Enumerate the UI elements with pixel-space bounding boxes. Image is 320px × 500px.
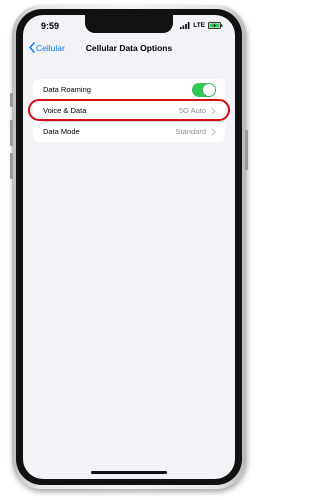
data-mode-value: Standard	[175, 127, 206, 136]
mute-switch	[10, 93, 13, 107]
volume-up-button	[10, 120, 13, 146]
voice-data-highlight-annotation	[28, 99, 230, 121]
toggle-knob	[203, 83, 215, 96]
data-roaming-toggle[interactable]	[192, 82, 216, 97]
power-button	[245, 130, 248, 170]
battery-charging-icon	[208, 22, 223, 29]
data-mode-row[interactable]: Data Mode Standard	[33, 121, 225, 142]
data-mode-label: Data Mode	[43, 127, 80, 136]
data-roaming-label: Data Roaming	[43, 85, 91, 94]
page-title: Cellular Data Options	[85, 43, 173, 53]
phone-screen: 9:59 LTE Cellular Cellular Data Options …	[23, 15, 235, 479]
network-type-label: LTE	[193, 22, 205, 29]
status-indicators: LTE	[180, 22, 223, 29]
volume-down-button	[10, 153, 13, 179]
chevron-right-icon	[211, 127, 216, 136]
data-roaming-row: Data Roaming	[33, 79, 225, 100]
signal-icon	[180, 22, 190, 29]
status-time: 9:59	[41, 21, 60, 31]
notch	[85, 15, 173, 33]
home-indicator	[91, 471, 167, 474]
